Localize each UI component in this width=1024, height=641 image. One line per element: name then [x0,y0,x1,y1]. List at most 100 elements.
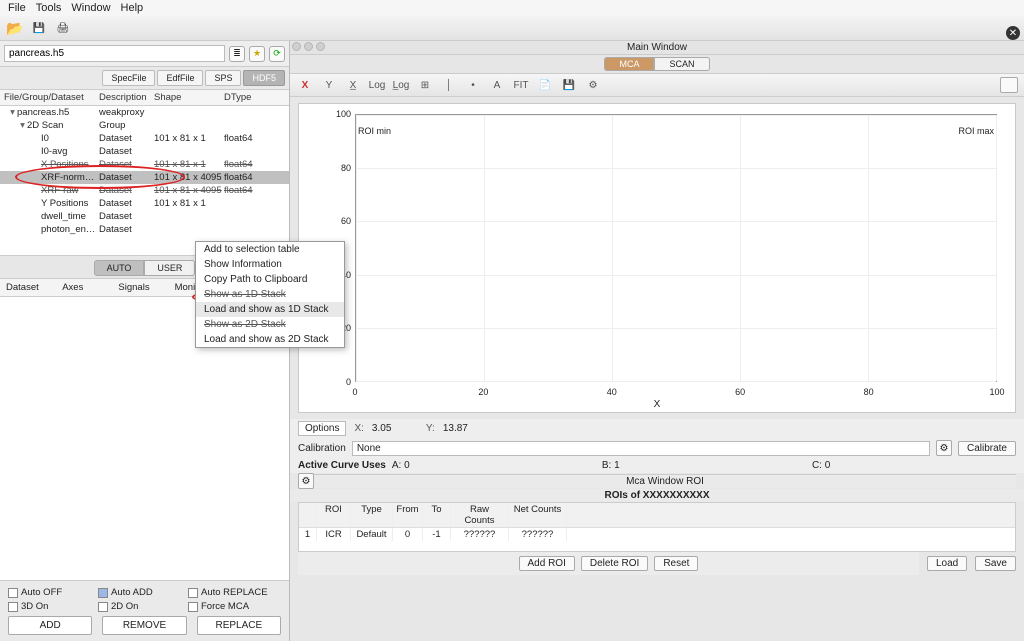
save-icon[interactable]: 💾 [30,19,48,37]
checkbox-force-mca[interactable]: Force MCA [188,601,260,612]
folder-open-icon[interactable]: 📂 [6,19,24,37]
print-icon[interactable] [1000,77,1018,93]
roi-cell[interactable]: ICR [317,528,351,541]
calibration-select[interactable]: None [352,441,930,456]
xtick: 80 [864,387,874,397]
remove-button[interactable]: REMOVE [102,616,186,635]
l̲og-button[interactable]: L̲og [392,77,410,93]
tree-row[interactable]: XRF-rawDataset101 x 81 x 4095float64 [0,184,289,197]
tree-row[interactable]: photon_energyDataset [0,223,289,236]
ytick: 100 [327,109,351,119]
ctx-item[interactable]: Copy Path to Clipboard [196,272,344,287]
checkbox-auto-replace[interactable]: Auto REPLACE [188,587,268,598]
tab-sps[interactable]: SPS [205,70,241,86]
calibrate-button[interactable]: Calibrate [958,441,1016,456]
add-roi-button[interactable]: Add ROI [519,556,575,571]
window-controls[interactable] [292,42,325,51]
line-icon[interactable]: │ [440,77,458,93]
roi-col: Type [351,503,393,527]
menu-tools[interactable]: Tools [36,2,62,14]
save-icon[interactable]: 💾 [560,77,578,93]
x̲-button[interactable]: X̲ [344,77,362,93]
tab-auto[interactable]: AUTO [94,260,145,276]
plot-area[interactable]: Counts X ROI min ROI max 020406080100020… [298,103,1016,413]
y-value: 13.87 [443,423,489,434]
roi-cell[interactable]: ?????? [509,528,567,541]
ytick: 0 [327,377,351,387]
tree-row[interactable]: I0-avgDataset [0,145,289,158]
roi-cell[interactable]: ?????? [451,528,509,541]
x-label: X: [354,423,363,434]
roi-cell[interactable]: 0 [393,528,423,541]
save-button[interactable]: Save [975,556,1016,571]
checkbox-auto-add[interactable]: Auto ADD [98,587,170,598]
ac-c: C: 0 [812,460,1016,471]
roi-cell[interactable]: Default [351,528,393,541]
close-icon[interactable]: ✕ [1006,26,1020,40]
roi-cell[interactable]: 1 [299,528,317,541]
menu-file[interactable]: File [8,2,26,14]
active-curve-label: Active Curve Uses [298,460,386,471]
ctx-item[interactable]: Show as 1D Stack [196,287,344,302]
dot-icon[interactable]: • [464,77,482,93]
roi-window-title: Mca Window ROI [314,474,1016,488]
ctx-item[interactable]: Add to selection table [196,242,344,257]
tab-specfile[interactable]: SpecFile [102,70,155,86]
tree-row[interactable]: X PositionsDataset101 x 81 x 1float64 [0,158,289,171]
col-file: File/Group/Dataset [4,92,99,103]
ctx-item[interactable]: Load and show as 2D Stack [196,332,344,347]
tree-row[interactable]: ▾2D ScanGroup [0,119,289,132]
tree-body[interactable]: ▾pancreas.h5weakproxy▾2D ScanGroupI0Data… [0,106,289,256]
roi-cell[interactable]: -1 [423,528,451,541]
ctx-item[interactable]: Load and show as 1D Stack [196,302,344,317]
print-icon[interactable]: 🖨 [54,19,72,37]
checkbox-3d-on[interactable]: 3D On [8,601,80,612]
tree-row[interactable]: I0Dataset101 x 81 x 1float64 [0,132,289,145]
load-button[interactable]: Load [927,556,967,571]
menu-window[interactable]: Window [71,2,110,14]
tab-edffile[interactable]: EdfFile [157,70,203,86]
star-icon[interactable]: ★ [249,46,265,62]
add-button[interactable]: ADD [8,616,92,635]
layers-icon[interactable]: ≣ [229,46,245,62]
tab-scan[interactable]: SCAN [654,57,709,71]
tree-header: File/Group/Dataset Description Shape DTy… [0,90,289,106]
tree-row[interactable]: XRF-normalizedDataset101 x 81 x 4095floa… [0,171,289,184]
filename-input[interactable] [4,45,225,62]
menu-help[interactable]: Help [121,2,144,14]
doc-icon[interactable]: 📄 [536,77,554,93]
log-button[interactable]: Log [368,77,386,93]
gear-icon[interactable]: ⚙ [584,77,602,93]
checkbox-auto-off[interactable]: Auto OFF [8,587,80,598]
x-button[interactable]: X [296,77,314,93]
tree-row[interactable]: dwell_timeDataset [0,210,289,223]
tree-row[interactable]: ▾pancreas.h5weakproxy [0,106,289,119]
x-axis-label: X [654,399,661,410]
ctx-item[interactable]: Show as 2D Stack [196,317,344,332]
reset-roi-button[interactable]: Reset [654,556,698,571]
calibration-gear-icon[interactable]: ⚙ [936,440,952,456]
mh-dataset: Dataset [6,282,58,293]
roi-gear-icon[interactable]: ⚙ [298,473,314,489]
replace-button[interactable]: REPLACE [197,616,281,635]
refresh-icon[interactable]: ⟳ [269,46,285,62]
plot-inner[interactable]: ROI min ROI max [355,114,997,382]
ctx-item[interactable]: Show Information [196,257,344,272]
a-button[interactable]: A [488,77,506,93]
tab-hdf5[interactable]: HDF5 [243,70,285,86]
checkbox-2d-on[interactable]: 2D On [98,601,170,612]
tree-row[interactable]: Y PositionsDataset101 x 81 x 1 [0,197,289,210]
menu-bar: File Tools Window Help [0,0,1024,16]
ytick: 80 [327,163,351,173]
roi-table[interactable]: ROITypeFromToRaw CountsNet Counts 1ICRDe… [298,502,1016,552]
grid-icon[interactable]: ⊞ [416,77,434,93]
calibration-label: Calibration [298,443,346,454]
filetype-tabs: SpecFile EdfFile SPS HDF5 [0,67,289,90]
tab-mca[interactable]: MCA [604,57,654,71]
fit-button[interactable]: FIT [512,77,530,93]
context-menu[interactable]: Add to selection tableShow InformationCo… [195,241,345,348]
options-button[interactable]: Options [298,421,346,436]
delete-roi-button[interactable]: Delete ROI [581,556,648,571]
tab-user[interactable]: USER [144,260,195,276]
y-button[interactable]: Y [320,77,338,93]
